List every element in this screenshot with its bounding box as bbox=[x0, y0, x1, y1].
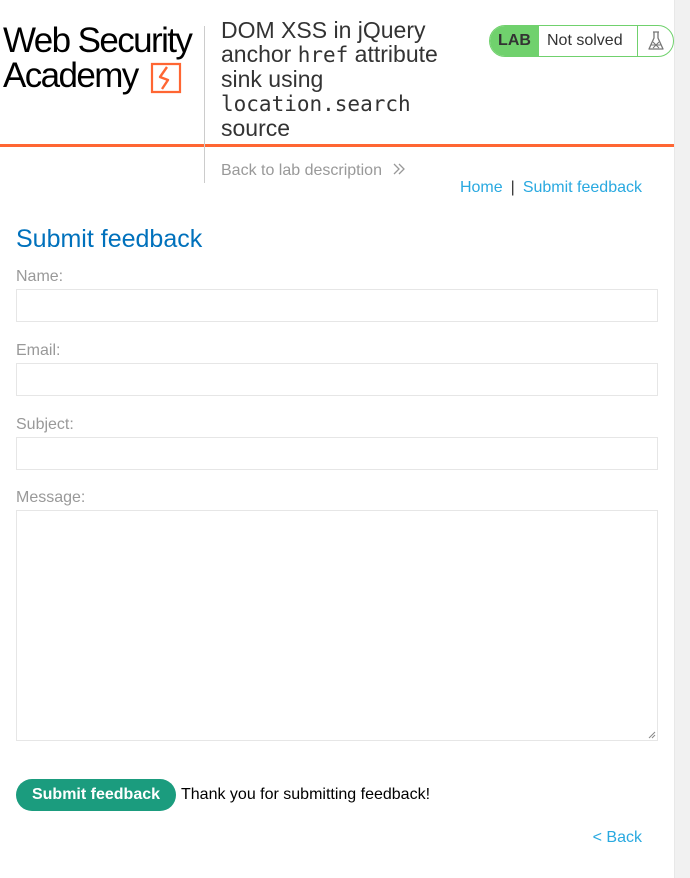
confirmation-message: Thank you for submitting feedback! bbox=[181, 786, 431, 803]
flask-icon bbox=[648, 31, 664, 50]
name-input[interactable] bbox=[16, 289, 658, 322]
nav-separator: | bbox=[510, 179, 515, 196]
top-navigation: Home | Submit feedback bbox=[460, 178, 642, 198]
lab-badge: LAB bbox=[490, 26, 539, 56]
name-label: Name: bbox=[16, 268, 64, 285]
lab-status-text: Not solved bbox=[547, 32, 623, 49]
header-divider bbox=[204, 26, 205, 183]
logo-text-line2: Academy bbox=[3, 56, 139, 95]
message-label: Message: bbox=[16, 489, 86, 506]
lightning-bolt-icon bbox=[150, 62, 182, 94]
message-textarea[interactable] bbox=[16, 510, 658, 741]
lab-header: Web Security Academy DOM XSS in jQuery a… bbox=[0, 0, 674, 147]
back-to-lab-description-label: Back to lab description bbox=[221, 162, 382, 179]
email-input[interactable] bbox=[16, 363, 658, 396]
lab-title: DOM XSS in jQuery anchor href attribute … bbox=[221, 18, 481, 140]
email-label: Email: bbox=[16, 342, 61, 359]
submit-feedback-button[interactable]: Submit feedback bbox=[16, 779, 176, 811]
vertical-scrollbar[interactable] bbox=[674, 0, 690, 878]
flask-icon-button[interactable] bbox=[637, 26, 673, 56]
back-to-lab-description-link[interactable]: Back to lab description bbox=[221, 161, 406, 181]
subject-input[interactable] bbox=[16, 437, 658, 470]
logo-text-line1: Web Security bbox=[3, 21, 193, 60]
lab-title-code-location-search: location.search bbox=[221, 92, 411, 116]
double-chevron-right-icon bbox=[393, 163, 406, 175]
lab-page: Web Security Academy DOM XSS in jQuery a… bbox=[0, 0, 674, 878]
lab-status-widget: LAB Not solved bbox=[489, 25, 674, 57]
lab-title-text-end: source bbox=[221, 115, 291, 141]
home-link[interactable]: Home bbox=[460, 179, 503, 196]
resize-grip-icon[interactable] bbox=[646, 729, 656, 739]
web-security-academy-logo[interactable]: Web Security Academy bbox=[3, 22, 203, 97]
subject-label: Subject: bbox=[16, 416, 74, 433]
submit-feedback-nav-link[interactable]: Submit feedback bbox=[523, 179, 642, 196]
page-title: Submit feedback bbox=[16, 225, 203, 253]
back-link[interactable]: < Back bbox=[593, 828, 642, 848]
lab-title-code-href: href bbox=[297, 43, 349, 67]
